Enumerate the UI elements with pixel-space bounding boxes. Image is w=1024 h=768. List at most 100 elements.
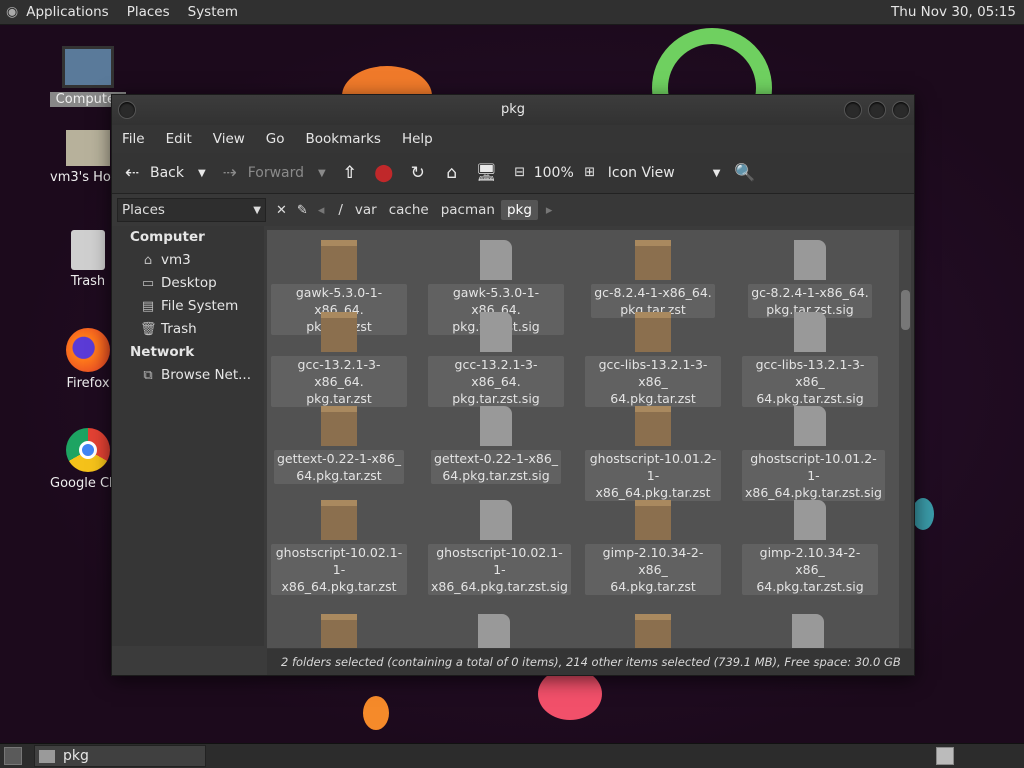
- bottom-panel: pkg: [0, 743, 1024, 768]
- window-menu-button[interactable]: [118, 101, 136, 119]
- breadcrumb-pkg[interactable]: pkg: [500, 200, 538, 220]
- computer-icon[interactable]: 🖥: [476, 163, 498, 183]
- document-icon: [480, 312, 512, 352]
- document-icon: [480, 240, 512, 280]
- document-icon: [480, 500, 512, 540]
- scrollbar-thumb[interactable]: [901, 290, 910, 330]
- package-icon[interactable]: [321, 614, 357, 648]
- file-name: ghostscript-10.01.2-1- x86_64.pkg.tar.zst: [585, 450, 721, 501]
- sidebar-selector[interactable]: Places ▼: [117, 198, 266, 222]
- home-folder-icon: [66, 130, 110, 166]
- close-button[interactable]: [892, 101, 910, 119]
- file-item[interactable]: ghostscript-10.01.2-1- x86_64.pkg.tar.zst: [585, 406, 721, 501]
- system-menu[interactable]: System: [188, 4, 238, 20]
- title-bar[interactable]: pkg: [112, 95, 914, 125]
- breadcrumb-right-icon[interactable]: ▸: [546, 203, 553, 218]
- package-icon: [635, 406, 671, 446]
- stop-icon[interactable]: ⬤: [374, 163, 394, 183]
- file-item[interactable]: ghostscript-10.01.2-1- x86_64.pkg.tar.zst…: [742, 406, 885, 501]
- applications-menu[interactable]: Applications: [26, 4, 108, 20]
- folder-icon: [39, 749, 55, 763]
- file-item[interactable]: gc-8.2.4-1-x86_64. pkg.tar.zst.sig: [742, 240, 878, 318]
- sidebar-item-desktop[interactable]: ▭ Desktop: [112, 272, 264, 295]
- file-name: gcc-libs-13.2.1-3-x86_ 64.pkg.tar.zst: [585, 356, 721, 407]
- document-icon: [794, 240, 826, 280]
- file-item[interactable]: gimp-2.10.34-2-x86_ 64.pkg.tar.zst.sig: [742, 500, 878, 595]
- window-title: pkg: [500, 102, 526, 117]
- show-desktop-icon[interactable]: [4, 747, 22, 765]
- file-item[interactable]: ghostscript-10.02.1-1- x86_64.pkg.tar.zst: [271, 500, 407, 595]
- sidebar-item-browse-network[interactable]: ⧉ Browse Net...: [112, 364, 264, 387]
- sidebar-section-network: Network: [130, 344, 195, 360]
- back-history-dropdown[interactable]: ▼: [198, 168, 206, 179]
- status-bar: 2 folders selected (containing a total o…: [267, 649, 914, 675]
- up-arrow-icon[interactable]: ⇧: [340, 163, 360, 183]
- reload-icon[interactable]: ↻: [408, 163, 428, 183]
- package-icon[interactable]: [635, 614, 671, 648]
- forward-button[interactable]: ⇢ Forward ▼: [220, 163, 326, 183]
- package-icon: [635, 240, 671, 280]
- package-icon: [321, 312, 357, 352]
- forward-history-dropdown[interactable]: ▼: [318, 168, 326, 179]
- chevron-down-icon: ▼: [253, 204, 261, 216]
- search-icon[interactable]: 🔍: [734, 163, 755, 183]
- back-button[interactable]: ⇠ Back ▼: [122, 163, 206, 183]
- sidebar-item-trash[interactable]: 🗑 Trash: [112, 318, 264, 341]
- location-bar: Places ▼ ✕ ✎ ◂ / var cache pacman pkg ▸: [112, 194, 914, 226]
- file-item[interactable]: gettext-0.22-1-x86_ 64.pkg.tar.zst: [271, 406, 407, 484]
- menu-view[interactable]: View: [213, 131, 245, 147]
- places-sidebar: Computer ⌂ vm3 ▭ Desktop ▤ File System 🗑 Tra…: [112, 226, 264, 646]
- document-icon[interactable]: [792, 614, 824, 648]
- menu-file[interactable]: File: [122, 131, 145, 147]
- package-icon: [321, 406, 357, 446]
- breadcrumb-var[interactable]: var: [349, 200, 383, 220]
- maximize-button[interactable]: [868, 101, 886, 119]
- taskbar-item-pkg[interactable]: pkg: [34, 745, 206, 767]
- close-sidebar-icon[interactable]: ✕: [276, 203, 287, 218]
- menu-bookmarks[interactable]: Bookmarks: [306, 131, 381, 147]
- minimize-button[interactable]: [844, 101, 862, 119]
- clock[interactable]: Thu Nov 30, 05:15: [891, 4, 1016, 20]
- zoom-out-icon[interactable]: ⊟: [510, 163, 530, 183]
- workspace-switcher[interactable]: [936, 747, 954, 765]
- breadcrumb-root[interactable]: /: [332, 200, 349, 220]
- package-icon: [635, 312, 671, 352]
- file-item[interactable]: gimp-2.10.34-2-x86_ 64.pkg.tar.zst: [585, 500, 721, 595]
- package-icon: [635, 500, 671, 540]
- edit-location-icon[interactable]: ✎: [297, 203, 308, 218]
- file-item[interactable]: ghostscript-10.02.1-1- x86_64.pkg.tar.zst…: [428, 500, 571, 595]
- chevron-down-icon: ▼: [712, 167, 721, 179]
- places-menu[interactable]: Places: [127, 4, 170, 20]
- file-name: gimp-2.10.34-2-x86_ 64.pkg.tar.zst.sig: [742, 544, 878, 595]
- menu-help[interactable]: Help: [402, 131, 433, 147]
- breadcrumb-left-icon[interactable]: ◂: [318, 203, 325, 218]
- breadcrumb-pacman[interactable]: pacman: [435, 200, 501, 220]
- package-icon: [321, 500, 357, 540]
- drive-icon: ▤: [141, 298, 155, 314]
- vertical-scrollbar[interactable]: [899, 230, 911, 648]
- file-item[interactable]: gettext-0.22-1-x86_ 64.pkg.tar.zst.sig: [428, 406, 564, 484]
- trash-icon: [71, 230, 105, 270]
- toolbar: ⇠ Back ▼ ⇢ Forward ▼ ⇧ ⬤ ↻ ⌂ 🖥 ⊟ 100% ⊞ …: [112, 153, 914, 194]
- file-name: gettext-0.22-1-x86_ 64.pkg.tar.zst: [273, 450, 405, 484]
- distro-logo-icon[interactable]: ◉: [6, 4, 18, 20]
- zoom-in-icon[interactable]: ⊞: [580, 163, 600, 183]
- file-item[interactable]: gcc-libs-13.2.1-3-x86_ 64.pkg.tar.zst.sig: [742, 312, 878, 407]
- sidebar-item-filesystem[interactable]: ▤ File System: [112, 295, 264, 318]
- menu-go[interactable]: Go: [266, 131, 285, 147]
- computer-icon: [62, 46, 114, 88]
- file-icon-view[interactable]: gawk-5.3.0-1-x86_64.pkg.tar.zstgawk-5.3.…: [267, 230, 911, 648]
- file-item[interactable]: gc-8.2.4-1-x86_64. pkg.tar.zst: [585, 240, 721, 318]
- view-mode-select[interactable]: Icon View ▼: [608, 165, 721, 181]
- document-icon: [480, 406, 512, 446]
- sidebar-item-vm3[interactable]: ⌂ vm3: [112, 249, 264, 272]
- menu-edit[interactable]: Edit: [166, 131, 192, 147]
- file-item[interactable]: gcc-13.2.1-3-x86_64. pkg.tar.zst.sig: [428, 312, 564, 407]
- home-icon[interactable]: ⌂: [442, 163, 462, 183]
- menu-bar: File Edit View Go Bookmarks Help: [112, 125, 914, 153]
- breadcrumb-cache[interactable]: cache: [383, 200, 435, 220]
- file-item[interactable]: gcc-libs-13.2.1-3-x86_ 64.pkg.tar.zst: [585, 312, 721, 407]
- document-icon[interactable]: [478, 614, 510, 648]
- zoom-level: 100%: [533, 165, 574, 181]
- file-item[interactable]: gcc-13.2.1-3-x86_64. pkg.tar.zst: [271, 312, 407, 407]
